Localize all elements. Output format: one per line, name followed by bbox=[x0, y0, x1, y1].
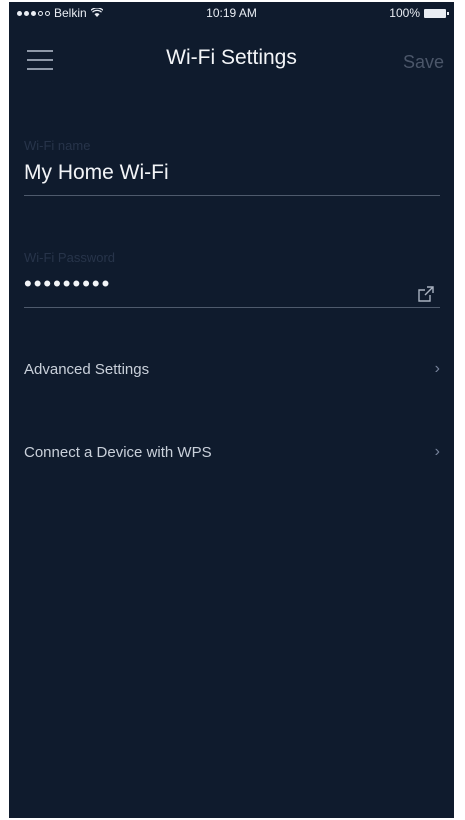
chevron-right-icon: › bbox=[434, 360, 440, 377]
advanced-settings-label: Advanced Settings bbox=[24, 361, 150, 378]
share-icon[interactable] bbox=[418, 286, 434, 302]
status-bar: Belkin 10:19 AM 100% bbox=[9, 2, 454, 24]
advanced-settings-row[interactable]: Advanced Settings › bbox=[24, 360, 440, 391]
wifi-password-label: Wi-Fi Password bbox=[24, 250, 116, 265]
wifi-password-value[interactable]: ••••••••• bbox=[24, 271, 440, 297]
clock: 10:19 AM bbox=[206, 6, 257, 20]
wifi-password-field[interactable]: Wi-Fi Password ••••••••• bbox=[24, 250, 440, 308]
wifi-name-label: Wi-Fi name bbox=[24, 138, 91, 153]
wifi-name-field[interactable]: Wi-Fi name My Home Wi-Fi bbox=[24, 138, 440, 196]
wifi-name-value[interactable]: My Home Wi-Fi bbox=[24, 161, 440, 185]
wifi-password-underline bbox=[24, 307, 440, 308]
chevron-right-icon: › bbox=[434, 443, 440, 460]
app-screen: Belkin 10:19 AM 100% Wi-Fi Settings Save… bbox=[9, 2, 454, 818]
nav-bar: Wi-Fi Settings Save bbox=[9, 32, 454, 92]
page-title: Wi-Fi Settings bbox=[166, 46, 297, 69]
connect-wps-label: Connect a Device with WPS bbox=[24, 444, 212, 461]
battery-icon bbox=[424, 8, 449, 18]
connect-wps-row[interactable]: Connect a Device with WPS › bbox=[24, 443, 440, 474]
battery-percent: 100% bbox=[389, 6, 420, 20]
wifi-name-underline bbox=[24, 195, 440, 196]
battery-status: 100% bbox=[389, 6, 449, 20]
save-button[interactable]: Save bbox=[403, 52, 444, 73]
